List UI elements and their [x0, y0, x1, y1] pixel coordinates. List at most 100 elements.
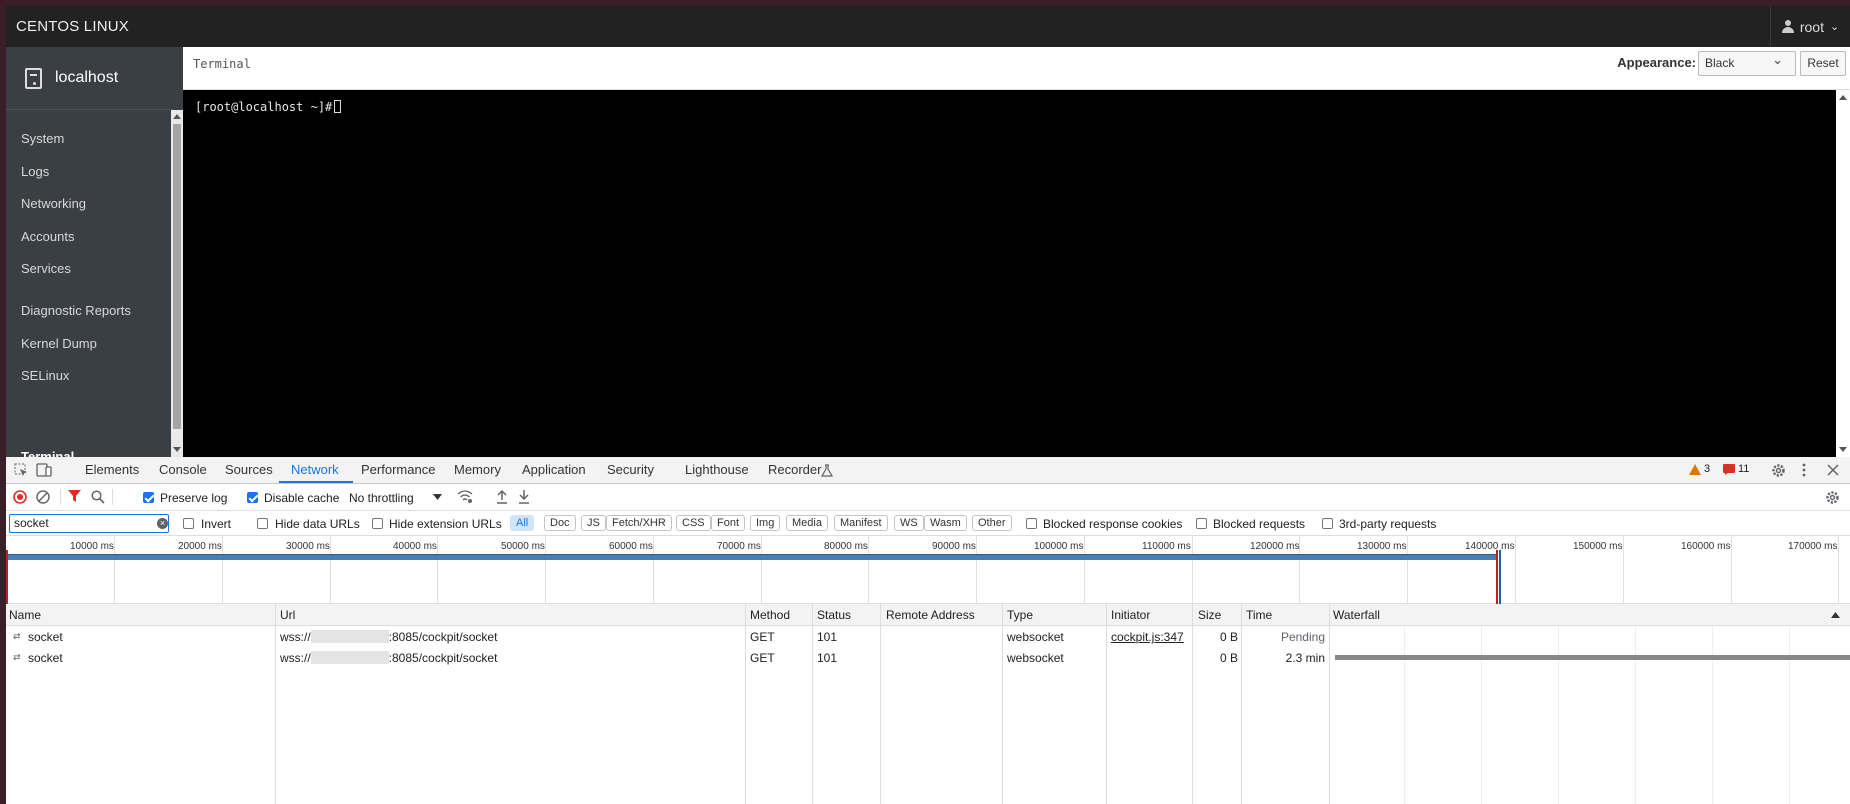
column-header-status[interactable]: Status — [817, 608, 851, 622]
tab-recorder[interactable]: Recorder — [768, 462, 821, 477]
filter-type-ws[interactable]: WS — [894, 515, 924, 531]
clear-icon[interactable] — [36, 490, 50, 504]
warning-count[interactable]: 3 — [1704, 463, 1710, 475]
scrollbar-thumb[interactable] — [173, 124, 181, 429]
hide-extension-urls-checkbox[interactable] — [372, 518, 383, 529]
blocked-cookies-label[interactable]: Blocked response cookies — [1043, 517, 1182, 531]
filter-type-fetch-xhr[interactable]: Fetch/XHR — [606, 515, 672, 531]
sidebar-item-logs[interactable]: Logs — [21, 164, 49, 179]
error-count[interactable]: 11 — [1738, 463, 1749, 475]
invert-checkbox[interactable] — [183, 518, 194, 529]
scroll-up-icon[interactable] — [173, 114, 181, 119]
preserve-log-checkbox[interactable] — [143, 492, 154, 503]
network-overview-timeline[interactable]: 10000 ms 20000 ms 30000 ms 40000 ms 5000… — [6, 536, 1850, 604]
filter-type-manifest[interactable]: Manifest — [834, 515, 888, 531]
column-header-remote-address[interactable]: Remote Address — [886, 608, 975, 622]
filter-type-js[interactable]: JS — [581, 515, 606, 531]
tab-network[interactable]: Network — [291, 462, 339, 477]
column-header-method[interactable]: Method — [750, 608, 790, 622]
settings-gear-icon[interactable] — [1771, 463, 1786, 478]
blocked-cookies-checkbox[interactable] — [1026, 518, 1037, 529]
filter-input[interactable]: socket — [9, 514, 169, 533]
warning-icon[interactable] — [1689, 464, 1701, 475]
column-header-type[interactable]: Type — [1007, 608, 1033, 622]
export-har-icon[interactable] — [518, 489, 530, 504]
clear-filter-icon[interactable]: × — [157, 518, 168, 529]
third-party-checkbox[interactable] — [1322, 518, 1333, 529]
column-header-initiator[interactable]: Initiator — [1111, 608, 1150, 622]
column-header-time[interactable]: Time — [1246, 608, 1272, 622]
filter-type-doc[interactable]: Doc — [544, 515, 576, 531]
filter-type-css[interactable]: CSS — [676, 515, 711, 531]
search-icon[interactable] — [91, 490, 105, 504]
terminal-scrollbar[interactable] — [1836, 90, 1850, 457]
dropdown-arrow-icon[interactable] — [433, 494, 442, 500]
sidebar-item-diagnostic-reports[interactable]: Diagnostic Reports — [21, 303, 131, 318]
request-initiator-link[interactable]: cockpit.js:347 — [1111, 630, 1184, 644]
terminal-screen[interactable]: [root@localhost ~]# — [183, 90, 1836, 457]
hide-data-urls-label[interactable]: Hide data URLs — [275, 517, 360, 531]
record-stop-icon[interactable] — [13, 490, 27, 504]
disable-cache-label[interactable]: Disable cache — [264, 491, 339, 505]
sidebar-item-kernel-dump[interactable]: Kernel Dump — [21, 336, 97, 351]
request-name[interactable]: socket — [28, 630, 63, 644]
appearance-select[interactable]: Black — [1698, 51, 1796, 76]
column-header-waterfall[interactable]: Waterfall — [1333, 608, 1380, 622]
import-har-icon[interactable] — [496, 489, 508, 504]
column-header-url[interactable]: Url — [280, 608, 295, 622]
timeline-dom-marker — [1499, 550, 1501, 604]
scroll-down-icon[interactable] — [1839, 447, 1847, 452]
sidebar-scrollbar[interactable] — [171, 110, 183, 457]
sort-ascending-icon[interactable] — [1831, 612, 1840, 618]
sidebar-item-networking[interactable]: Networking — [21, 196, 86, 211]
preserve-log-label[interactable]: Preserve log — [160, 491, 227, 505]
table-row[interactable]: ⇄ socket wss://:8085/cockpit/socket GET … — [6, 626, 1850, 647]
tab-lighthouse[interactable]: Lighthouse — [685, 462, 749, 477]
filter-type-media[interactable]: Media — [786, 515, 828, 531]
throttling-select[interactable]: No throttling — [349, 491, 414, 505]
tab-performance[interactable]: Performance — [361, 462, 435, 477]
sidebar-item-selinux[interactable]: SELinux — [21, 368, 69, 383]
filter-type-wasm[interactable]: Wasm — [924, 515, 967, 531]
network-conditions-icon[interactable] — [457, 490, 473, 503]
hide-data-urls-checkbox[interactable] — [257, 518, 268, 529]
reset-button[interactable]: Reset — [1800, 51, 1846, 76]
column-header-name[interactable]: Name — [9, 608, 41, 622]
sidebar-item-services[interactable]: Services — [21, 261, 71, 276]
tab-console[interactable]: Console — [159, 462, 207, 477]
sidebar-item-accounts[interactable]: Accounts — [21, 229, 74, 244]
scroll-up-icon[interactable] — [1839, 95, 1847, 100]
third-party-label[interactable]: 3rd-party requests — [1339, 517, 1436, 531]
filter-type-other[interactable]: Other — [972, 515, 1012, 531]
blocked-requests-label[interactable]: Blocked requests — [1213, 517, 1305, 531]
filter-type-font[interactable]: Font — [711, 515, 746, 531]
filter-type-all[interactable]: All — [510, 515, 535, 531]
scroll-down-icon[interactable] — [173, 447, 181, 452]
timeline-tick: 80000 ms — [824, 541, 868, 552]
device-toolbar-icon[interactable] — [36, 463, 52, 477]
waterfall-bar[interactable] — [1335, 655, 1850, 660]
invert-label[interactable]: Invert — [201, 517, 231, 531]
tab-application[interactable]: Application — [522, 462, 586, 477]
sidebar-item-system[interactable]: System — [21, 131, 64, 146]
more-options-icon[interactable] — [1801, 463, 1807, 477]
sidebar-item-terminal[interactable]: Terminal — [21, 449, 74, 457]
tab-security[interactable]: Security — [607, 462, 654, 477]
host-switcher[interactable]: localhost — [6, 47, 173, 110]
filter-icon[interactable] — [68, 490, 81, 503]
close-icon[interactable] — [1827, 464, 1839, 476]
blocked-requests-checkbox[interactable] — [1196, 518, 1207, 529]
filter-type-img[interactable]: Img — [750, 515, 781, 531]
table-row[interactable]: ⇄ socket wss://:8085/cockpit/socket GET … — [6, 647, 1850, 668]
network-settings-gear-icon[interactable] — [1825, 490, 1840, 505]
error-icon[interactable] — [1723, 464, 1735, 475]
tab-elements[interactable]: Elements — [85, 462, 139, 477]
tab-memory[interactable]: Memory — [454, 462, 501, 477]
column-header-size[interactable]: Size — [1198, 608, 1221, 622]
tab-sources[interactable]: Sources — [225, 462, 273, 477]
hide-extension-urls-label[interactable]: Hide extension URLs — [389, 517, 502, 531]
inspect-element-icon[interactable] — [14, 463, 28, 477]
user-menu[interactable]: root ⌄ — [1770, 6, 1850, 47]
request-name[interactable]: socket — [28, 651, 63, 665]
disable-cache-checkbox[interactable] — [247, 492, 258, 503]
